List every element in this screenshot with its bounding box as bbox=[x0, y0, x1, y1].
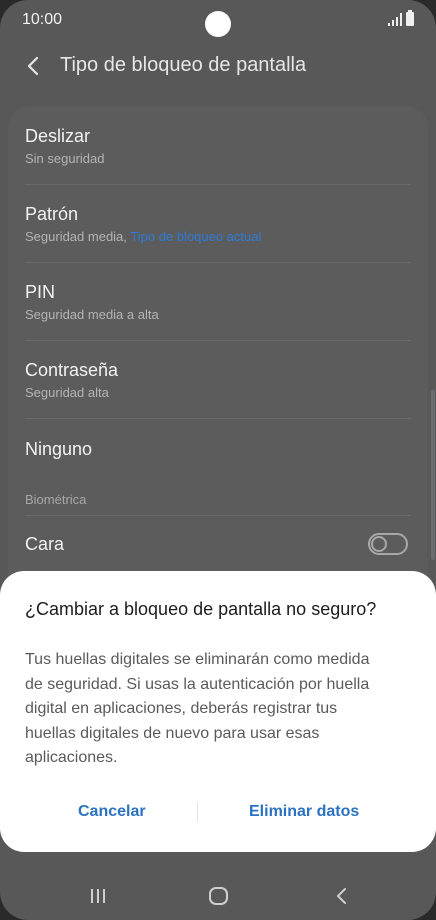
lock-type-list: Deslizar Sin seguridad Patrón Seguridad … bbox=[8, 106, 428, 606]
confirm-dialog: ¿Cambiar a bloqueo de pantalla no seguro… bbox=[0, 571, 436, 852]
home-icon[interactable] bbox=[207, 885, 231, 907]
battery-icon bbox=[406, 10, 414, 26]
chevron-left-icon[interactable] bbox=[22, 54, 46, 78]
section-biometrics: Biométrica bbox=[25, 492, 87, 507]
cancel-button[interactable]: Cancelar bbox=[78, 803, 146, 821]
back-icon[interactable] bbox=[330, 885, 354, 907]
page-title: Tipo de bloqueo de pantalla bbox=[60, 54, 307, 76]
phone-screen: 10:00 Tipo de bloqueo de pantalla Desliz… bbox=[0, 0, 436, 920]
option-title: Deslizar bbox=[25, 126, 91, 146]
navigation-bar bbox=[0, 870, 436, 920]
option-face[interactable]: Cara bbox=[8, 516, 428, 572]
button-separator bbox=[197, 802, 198, 822]
option-subtitle: Sin seguridad bbox=[25, 151, 105, 166]
option-subtitle: Seguridad media, Tipo de bloqueo actual bbox=[25, 229, 261, 244]
option-none[interactable]: Ninguno bbox=[8, 419, 428, 481]
status-bar: 10:00 bbox=[0, 0, 436, 40]
option-title: PIN bbox=[25, 282, 56, 302]
recent-apps-icon[interactable] bbox=[86, 885, 110, 907]
toggle-knob bbox=[371, 536, 387, 552]
option-swipe[interactable]: Deslizar Sin seguridad bbox=[8, 106, 428, 184]
dialog-message: Tus huellas digitales se eliminarán como… bbox=[25, 651, 370, 766]
option-pattern[interactable]: Patrón Seguridad media, Tipo de bloqueo … bbox=[8, 185, 428, 262]
option-title: Patrón bbox=[25, 204, 79, 224]
delete-data-button[interactable]: Eliminar datos bbox=[249, 803, 359, 821]
option-title: Contraseña bbox=[25, 360, 119, 380]
option-title: Cara bbox=[25, 534, 65, 554]
dialog-title: ¿Cambiar a bloqueo de pantalla no seguro… bbox=[25, 599, 377, 619]
option-subtitle: Seguridad media a alta bbox=[25, 307, 159, 322]
face-toggle[interactable] bbox=[368, 533, 408, 555]
option-subtitle-text: Seguridad media, bbox=[25, 229, 127, 244]
app-header: Tipo de bloqueo de pantalla bbox=[0, 44, 436, 88]
status-time: 10:00 bbox=[22, 11, 63, 28]
front-camera bbox=[205, 11, 231, 37]
option-title: Ninguno bbox=[25, 439, 93, 459]
option-password[interactable]: Contraseña Seguridad alta bbox=[8, 341, 428, 418]
current-lock-label: Tipo de bloqueo actual bbox=[130, 229, 262, 244]
scroll-indicator[interactable] bbox=[431, 390, 435, 560]
option-subtitle: Seguridad alta bbox=[25, 385, 109, 400]
option-pin[interactable]: PIN Seguridad media a alta bbox=[8, 263, 428, 340]
signal-bars-icon bbox=[388, 13, 402, 26]
